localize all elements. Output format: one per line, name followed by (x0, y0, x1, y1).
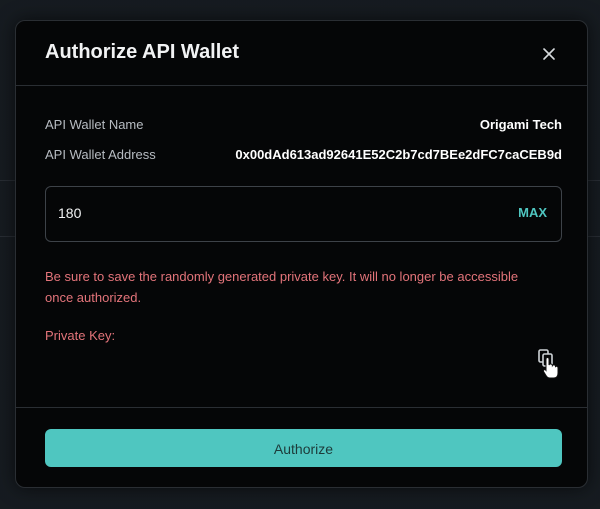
authorize-api-wallet-modal: Authorize API Wallet API Wallet Name Ori… (15, 20, 588, 488)
wallet-address-value: 0x00dAd613ad92641E52C2b7cd7BEe2dFC7caCEB… (235, 147, 562, 162)
amount-field[interactable]: MAX (45, 186, 562, 242)
wallet-address-label: API Wallet Address (45, 147, 156, 162)
close-icon (543, 48, 555, 60)
wallet-name-label: API Wallet Name (45, 117, 144, 132)
private-key-label: Private Key: (45, 328, 116, 343)
copy-icon (538, 349, 559, 379)
max-button[interactable]: MAX (518, 205, 547, 220)
modal-header: Authorize API Wallet (16, 21, 587, 86)
close-button[interactable] (536, 41, 562, 67)
footer-divider (16, 407, 587, 408)
wallet-address-row: API Wallet Address 0x00dAd613ad92641E52C… (45, 145, 562, 165)
modal-title: Authorize API Wallet (45, 41, 240, 63)
private-key-warning: Be sure to save the randomly generated p… (45, 269, 519, 305)
wallet-name-row: API Wallet Name Origami Tech (45, 115, 562, 135)
copy-private-key-button[interactable] (534, 347, 560, 381)
amount-input[interactable] (58, 202, 458, 224)
wallet-name-value: Origami Tech (479, 117, 562, 132)
authorize-button[interactable]: Authorize (45, 429, 562, 467)
